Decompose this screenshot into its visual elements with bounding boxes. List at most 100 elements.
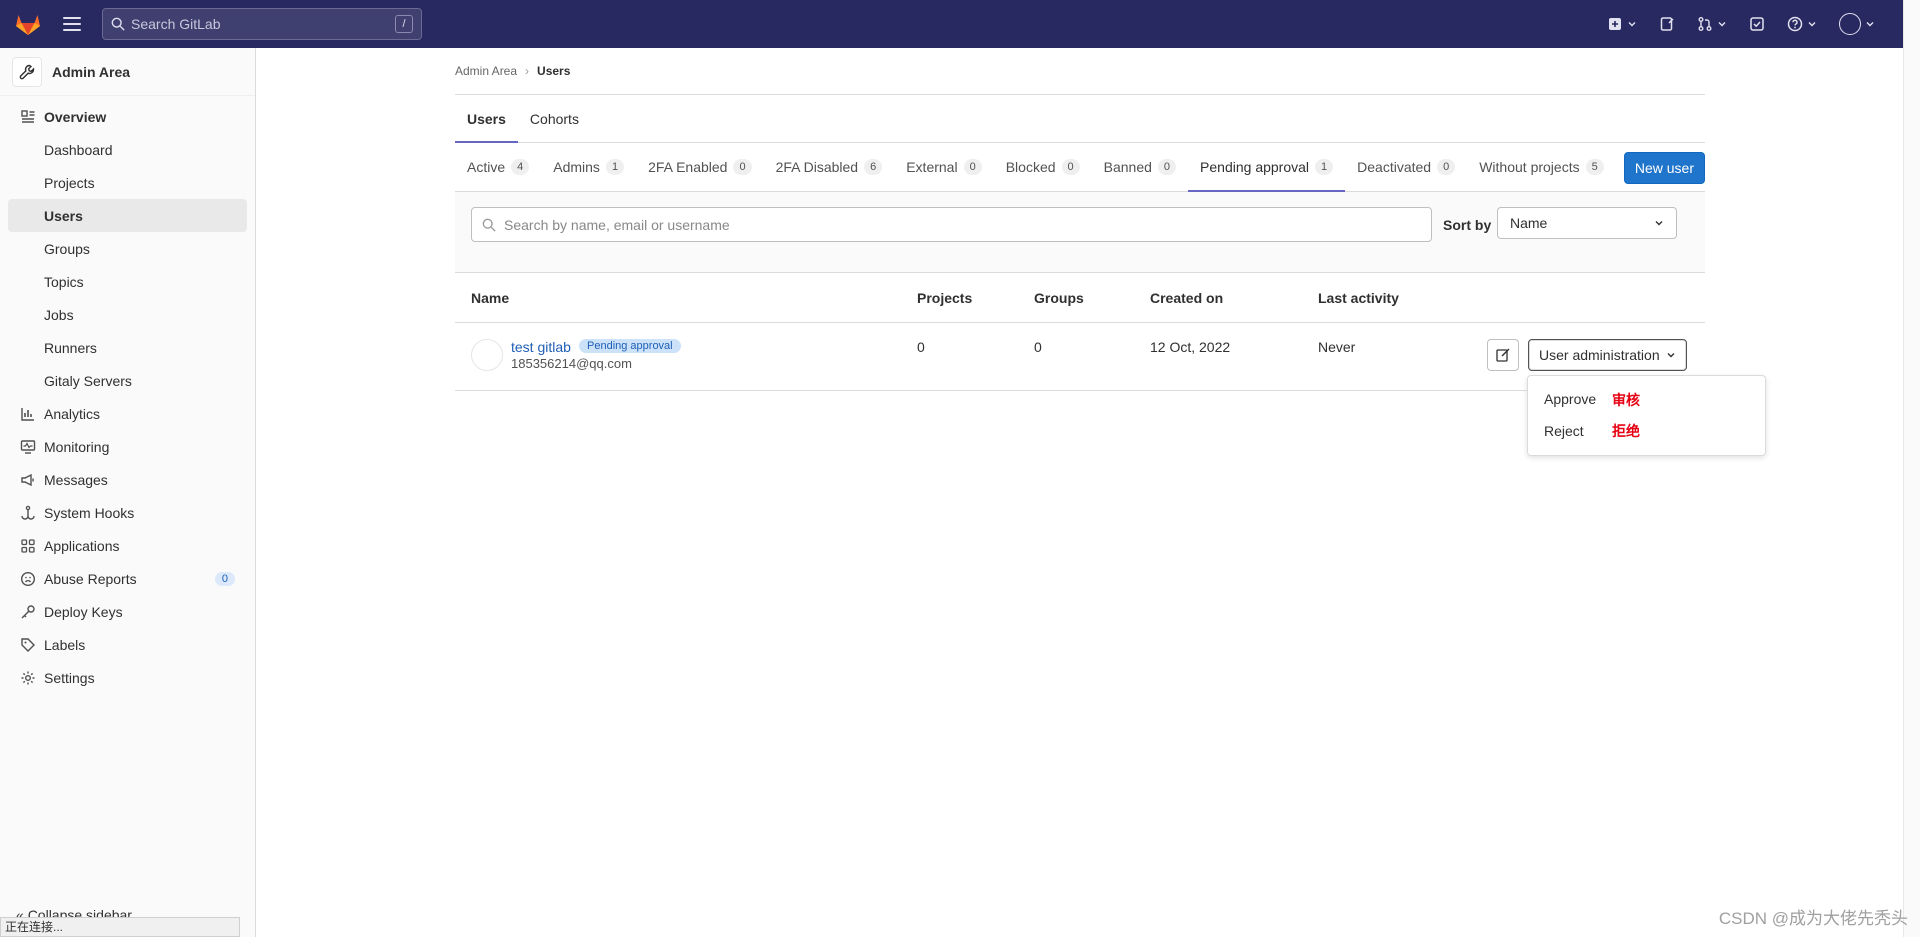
sidebar-item-users[interactable]: Users — [8, 199, 247, 232]
user-avatar[interactable] — [471, 339, 503, 371]
tab-2fa-disabled[interactable]: 2FA Disabled 6 — [764, 143, 895, 191]
sidebar-item-label: Applications — [44, 537, 120, 554]
wrench-icon — [19, 64, 35, 79]
tab-count-badge: 1 — [605, 159, 625, 175]
sidebar-item-label: Overview — [44, 108, 107, 125]
sidebar-item-system-hooks[interactable]: System Hooks — [0, 496, 255, 529]
tab-users[interactable]: Users — [455, 95, 518, 143]
approve-menu-item[interactable]: Approve — [1544, 391, 1596, 407]
tab-cohorts[interactable]: Cohorts — [518, 95, 591, 142]
hook-icon — [21, 505, 35, 520]
merge-request-icon — [1698, 17, 1712, 31]
user-name-link[interactable]: test gitlab — [511, 339, 571, 355]
tab-admins[interactable]: Admins 1 — [541, 143, 636, 191]
applications-icon — [21, 538, 35, 553]
sidebar-item-jobs[interactable]: Jobs — [0, 298, 255, 331]
breadcrumb-admin-area[interactable]: Admin Area — [455, 64, 517, 78]
settings-icon — [21, 671, 35, 684]
create-new-button[interactable] — [1607, 16, 1637, 32]
sidebar-item-deploy-keys[interactable]: Deploy Keys — [0, 595, 255, 628]
browser-status-bar: 正在连接... — [0, 917, 240, 937]
sidebar-item-monitoring[interactable]: Monitoring — [0, 430, 255, 463]
tab-blocked[interactable]: Blocked 0 — [994, 143, 1092, 191]
tab-pending-approval[interactable]: Pending approval 1 — [1188, 143, 1346, 192]
sidebar-item-label: Topics — [44, 273, 84, 290]
edit-user-button[interactable] — [1487, 339, 1519, 371]
global-search-input[interactable]: Search GitLab / — [102, 8, 422, 40]
user-filter-tabs: Active 4 Admins 1 2FA Enabled 0 2FA Disable… — [455, 143, 1705, 192]
header-last-activity: Last activity — [1318, 289, 1399, 306]
sidebar-item-runners[interactable]: Runners — [0, 331, 255, 364]
table-header: Name Projects Groups Created on Last act… — [455, 273, 1705, 323]
monitor-icon — [20, 439, 36, 454]
sidebar-item-projects[interactable]: Projects — [0, 166, 255, 199]
sidebar-item-groups[interactable]: Groups — [0, 232, 255, 265]
menu-hamburger-icon[interactable] — [63, 17, 81, 31]
tab-label: Deactivated — [1357, 159, 1432, 175]
user-administration-dropdown-button[interactable]: User administration — [1528, 339, 1687, 371]
tab-label: Active — [467, 159, 506, 175]
todos-button[interactable] — [1749, 16, 1765, 32]
search-placeholder: Search GitLab — [131, 16, 221, 32]
sidebar-item-label: Monitoring — [44, 438, 110, 455]
sidebar-item-topics[interactable]: Topics — [0, 265, 255, 298]
tab-banned[interactable]: Banned 0 — [1092, 143, 1188, 191]
sidebar-item-labels[interactable]: Labels — [0, 628, 255, 661]
sort-by-label: Sort by — [1443, 217, 1492, 233]
sidebar-item-label: System Hooks — [44, 504, 135, 521]
tab-without-projects[interactable]: Without projects 5 — [1467, 143, 1616, 191]
sidebar-item-label: Analytics — [44, 405, 101, 422]
sidebar-item-messages[interactable]: Messages — [0, 463, 255, 496]
pencil-square-icon — [1496, 348, 1510, 362]
issues-button[interactable] — [1659, 16, 1675, 32]
breadcrumb: Admin Area › Users — [455, 48, 1705, 95]
merge-requests-button[interactable] — [1697, 16, 1727, 32]
main-content: Admin Area › Users Users Cohorts Active 4… — [455, 48, 1705, 391]
tab-label: Pending approval — [1200, 159, 1310, 175]
tab-active[interactable]: Active 4 — [455, 143, 541, 191]
key-icon — [21, 604, 35, 618]
table-row: test gitlab Pending approval 185356214@q… — [455, 323, 1705, 391]
tab-deactivated[interactable]: Deactivated 0 — [1345, 143, 1467, 191]
tab-external[interactable]: External 0 — [894, 143, 993, 191]
chevron-down-icon — [1866, 22, 1874, 27]
sidebar-item-overview[interactable]: Overview — [0, 100, 255, 133]
user-email: 185356214@qq.com — [511, 356, 632, 371]
sidebar-header[interactable]: Admin Area — [0, 48, 255, 96]
users-cohorts-tabs: Users Cohorts — [455, 95, 1705, 143]
search-shortcut-key: / — [395, 15, 413, 33]
search-placeholder: Search by name, email or username — [504, 216, 730, 233]
tab-label: Without projects — [1479, 159, 1580, 175]
chevron-down-icon — [1655, 221, 1663, 226]
label-icon — [21, 637, 35, 652]
chevron-down-icon — [1667, 353, 1675, 358]
sidebar-item-abuse-reports[interactable]: Abuse Reports 0 — [0, 562, 255, 595]
gitlab-logo-icon[interactable] — [15, 11, 41, 37]
tab-count-badge: 6 — [864, 159, 883, 175]
help-button[interactable] — [1787, 16, 1817, 32]
tab-count-badge: 0 — [1437, 159, 1456, 175]
user-menu-button[interactable] — [1839, 13, 1875, 35]
sidebar-item-label: Runners — [44, 339, 97, 356]
sidebar-item-label: Groups — [44, 240, 90, 257]
sidebar-item-applications[interactable]: Applications — [0, 529, 255, 562]
search-icon — [111, 17, 125, 31]
tab-count-badge: 0 — [963, 159, 982, 175]
tab-2fa-enabled[interactable]: 2FA Enabled 0 — [636, 143, 764, 191]
tab-count-badge: 5 — [1585, 159, 1604, 175]
sort-select[interactable]: Name — [1497, 207, 1677, 239]
user-search-input[interactable]: Search by name, email or username — [471, 207, 1432, 242]
user-groups-count: 0 — [1034, 339, 1042, 355]
abuse-reports-count-badge: 0 — [214, 571, 235, 586]
csdn-watermark: CSDN @成为大佬先秃头 — [1718, 909, 1908, 928]
abuse-icon — [20, 571, 36, 586]
admin-sidebar: Admin Area Overview Dashboard Projects U… — [0, 48, 256, 937]
sidebar-item-dashboard[interactable]: Dashboard — [0, 133, 255, 166]
new-user-button[interactable]: New user — [1623, 152, 1705, 184]
sidebar-item-settings[interactable]: Settings — [0, 661, 255, 694]
breadcrumb-users[interactable]: Users — [537, 64, 570, 78]
sidebar-item-analytics[interactable]: Analytics — [0, 397, 255, 430]
page-scrollbar[interactable] — [1903, 0, 1920, 937]
sidebar-item-gitaly-servers[interactable]: Gitaly Servers — [0, 364, 255, 397]
reject-menu-item[interactable]: Reject — [1544, 423, 1584, 439]
